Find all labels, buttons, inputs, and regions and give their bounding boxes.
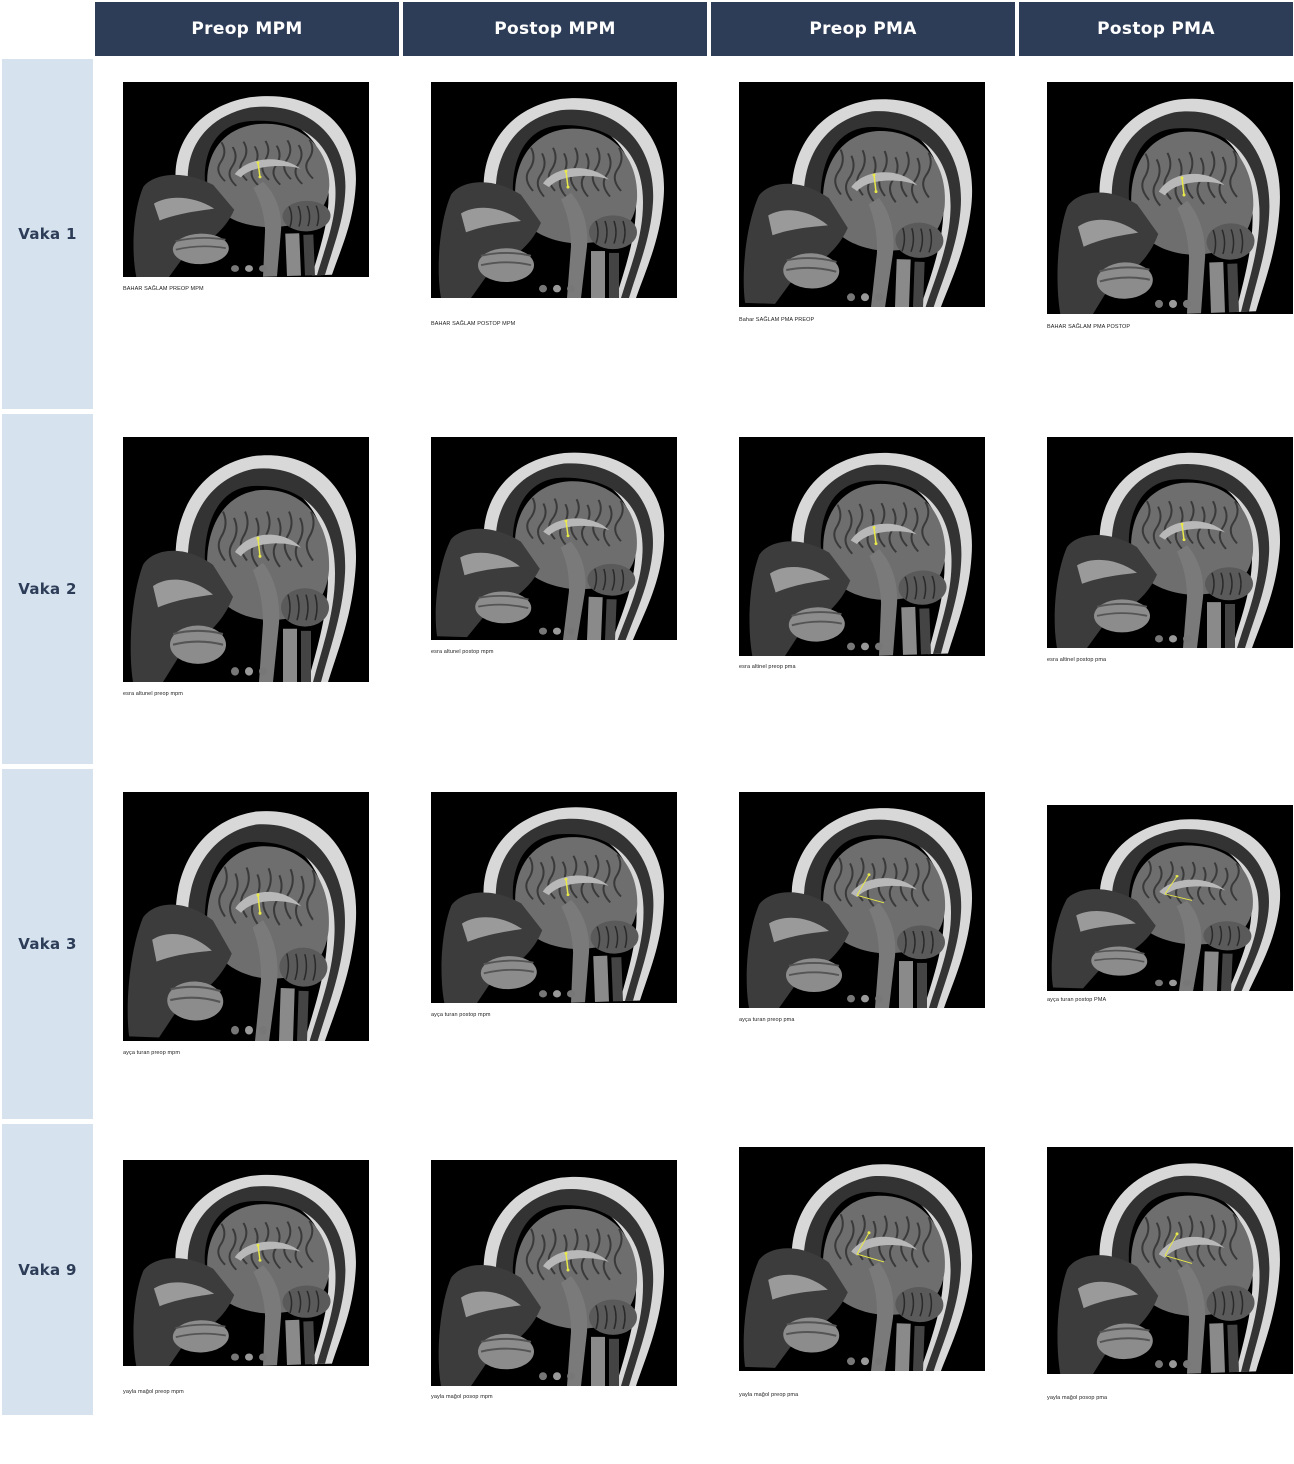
column-header-preop-mpm: Preop MPM	[95, 2, 399, 56]
mri-cell-r3-c4: ayça turan postop PMA	[1019, 769, 1294, 1109]
mri-sagittal-image	[123, 437, 369, 682]
mri-cell-r3-c2: ayça turan postop mpm	[403, 769, 703, 1109]
column-header-postop-mpm: Postop MPM	[403, 2, 707, 56]
mri-sagittal-image	[1047, 1147, 1293, 1374]
column-header-preop-pma: Preop PMA	[711, 2, 1015, 56]
mri-cell-r1-c3: Bahar SAĞLAM PMA PREOP	[711, 59, 1011, 399]
mri-sagittal-image	[431, 1160, 677, 1386]
mri-cell-r4-c3: yayla mağol preop pma	[711, 1124, 1011, 1464]
column-header-postop-pma: Postop PMA	[1019, 2, 1293, 56]
image-caption: yayla mağol posop mpm	[431, 1394, 493, 1400]
mri-cell-r3-c1: ayça turan preop mpm	[95, 769, 395, 1109]
image-caption: ayça turan postop PMA	[1047, 997, 1107, 1003]
mri-sagittal-image	[123, 792, 369, 1041]
row-label-vaka-9: Vaka 9	[2, 1124, 93, 1415]
mri-sagittal-image	[739, 437, 985, 656]
mri-sagittal-image	[123, 1160, 369, 1366]
mri-sagittal-image	[1047, 82, 1293, 314]
image-caption: ayça turan preop pma	[739, 1017, 795, 1023]
mri-sagittal-image	[1047, 805, 1293, 991]
mri-sagittal-image	[123, 82, 369, 277]
mri-cell-r1-c1: BAHAR SAĞLAM PREOP MPM	[95, 59, 395, 399]
mri-sagittal-image	[431, 82, 677, 298]
image-caption: yayla mağol posop pma	[1047, 1395, 1108, 1401]
mri-sagittal-image	[431, 437, 677, 640]
mri-cell-r2-c2: esra altunel postop mpm	[403, 414, 703, 754]
row-label-vaka-2: Vaka 2	[2, 414, 93, 764]
image-caption: ayça turan preop mpm	[123, 1050, 181, 1056]
image-caption: esra altinel postop pma	[1047, 657, 1107, 663]
image-caption: BAHAR SAĞLAM POSTOP MPM	[431, 321, 516, 327]
image-caption: esra altinel preop pma	[739, 664, 796, 670]
image-caption: Bahar SAĞLAM PMA PREOP	[739, 317, 815, 323]
mri-cell-r2-c3: esra altinel preop pma	[711, 414, 1011, 754]
image-caption: yayla mağol preop pma	[739, 1392, 799, 1398]
mri-sagittal-image	[431, 792, 677, 1003]
mri-cell-r2-c4: esra altinel postop pma	[1019, 414, 1294, 754]
mri-cell-r1-c2: BAHAR SAĞLAM POSTOP MPM	[403, 59, 703, 399]
image-caption: BAHAR SAĞLAM PREOP MPM	[123, 286, 204, 292]
mri-sagittal-image	[739, 1147, 985, 1371]
mri-cell-r3-c3: ayça turan preop pma	[711, 769, 1011, 1109]
image-caption: ayça turan postop mpm	[431, 1012, 491, 1018]
mri-sagittal-image	[739, 82, 985, 307]
mri-cell-r4-c2: yayla mağol posop mpm	[403, 1124, 703, 1464]
mri-cell-r2-c1: esra altunel preop mpm	[95, 414, 395, 754]
mri-cell-r4-c4: yayla mağol posop pma	[1019, 1124, 1294, 1464]
image-caption: BAHAR SAĞLAM PMA POSTOP	[1047, 324, 1131, 330]
mri-cell-r4-c1: yayla mağol preop mpm	[95, 1124, 395, 1464]
row-label-vaka-1: Vaka 1	[2, 59, 93, 409]
mri-cell-r1-c4: BAHAR SAĞLAM PMA POSTOP	[1019, 59, 1294, 399]
mri-sagittal-image	[739, 792, 985, 1008]
mri-sagittal-image	[1047, 437, 1293, 648]
image-caption: yayla mağol preop mpm	[123, 1389, 184, 1395]
image-caption: esra altunel postop mpm	[431, 649, 494, 655]
row-label-vaka-3: Vaka 3	[2, 769, 93, 1119]
image-caption: esra altunel preop mpm	[123, 691, 183, 697]
